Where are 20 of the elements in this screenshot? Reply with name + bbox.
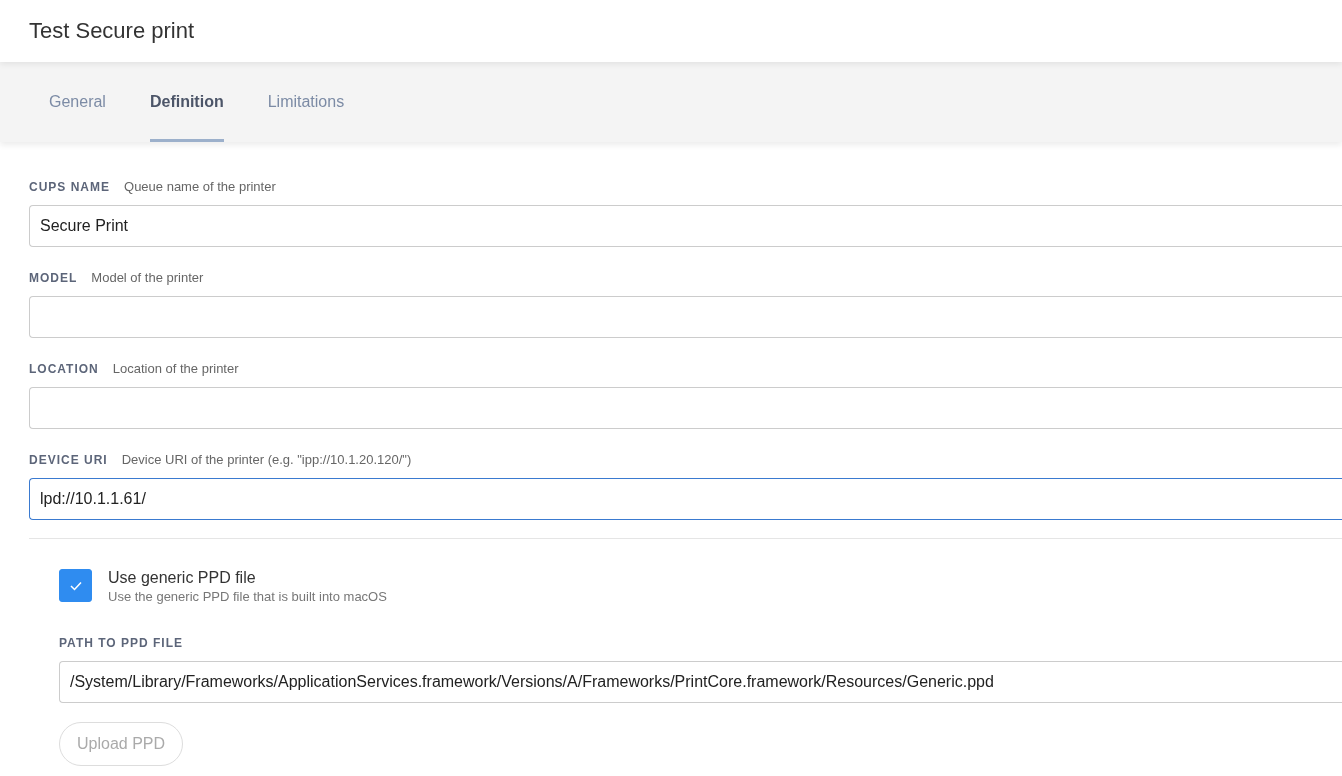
check-icon <box>69 580 82 591</box>
field-hint: Model of the printer <box>91 270 204 285</box>
checkbox-label: Use generic PPD file <box>108 569 257 587</box>
field-hint: Queue name of the printer <box>124 179 276 194</box>
input-field[interactable]: lpd://10.1.1.61/ <box>29 478 1342 520</box>
field-label: DEVICE URI <box>29 453 108 467</box>
page-title: Test Secure print <box>29 17 195 45</box>
checkbox-description: Use the generic PPD file that is built into macOS <box>108 587 387 606</box>
input-field[interactable] <box>29 296 1342 338</box>
field-hint: Location of the printer <box>112 361 239 376</box>
field-hint: Device URI of the printer (e.g. "ipp://10.1.20.120/") <box>121 452 412 467</box>
field-label: PATH TO PPD FILE <box>59 636 183 651</box>
tab[interactable]: Definition <box>149 62 224 142</box>
input-field[interactable]: /System/Library/Frameworks/ApplicationServices.framework/Versions/A/Frameworks/PrintCore.framework/Resources/Generic.ppd <box>59 661 1342 704</box>
checkbox[interactable] <box>59 569 92 602</box>
input-field[interactable]: Secure Print <box>29 205 1342 247</box>
input-field[interactable] <box>29 387 1342 429</box>
field-label: LOCATION <box>29 362 99 376</box>
field-label: CUPS NAME <box>29 180 110 194</box>
field-label: MODEL <box>29 271 78 285</box>
